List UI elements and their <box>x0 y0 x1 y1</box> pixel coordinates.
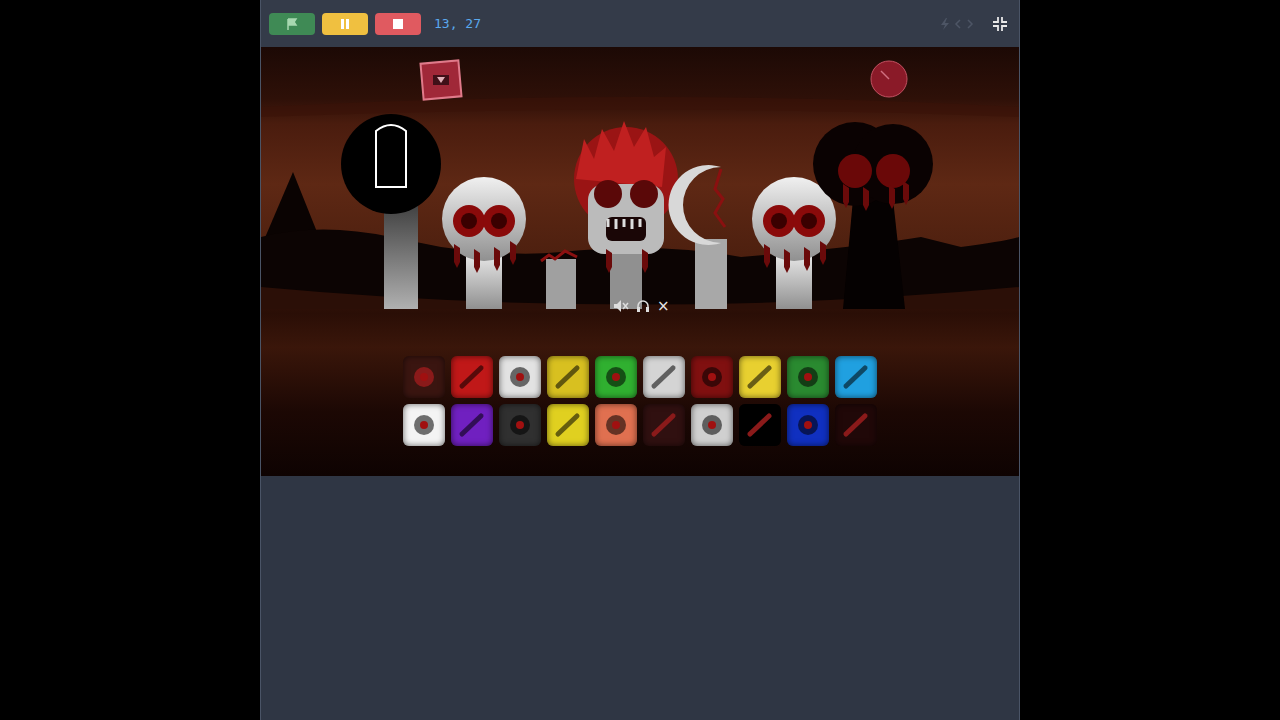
stop-icon <box>392 18 404 30</box>
headphones-icon[interactable] <box>636 299 650 313</box>
flag-icon <box>286 18 298 30</box>
sound-icon[interactable] <box>499 404 541 446</box>
sound-icon[interactable] <box>787 404 829 446</box>
sound-symbol-icon <box>505 410 535 440</box>
stop-button[interactable] <box>375 13 421 35</box>
sound-icon[interactable] <box>547 404 589 446</box>
sound-symbol-icon <box>793 410 823 440</box>
sound-symbol-icon <box>601 410 631 440</box>
sound-symbol-icon <box>409 362 439 392</box>
sound-icon[interactable] <box>787 356 829 398</box>
mute-icon[interactable] <box>613 299 629 313</box>
sound-symbol-icon <box>505 362 535 392</box>
sound-icon[interactable] <box>403 356 445 398</box>
sound-symbol-icon <box>793 362 823 392</box>
sound-symbol-icon <box>697 362 727 392</box>
sound-symbol-icon <box>649 410 679 440</box>
sound-icon[interactable] <box>691 404 733 446</box>
toolbar: 13, 27 <box>261 0 1019 47</box>
character[interactable] <box>651 109 771 309</box>
sound-icon[interactable] <box>691 356 733 398</box>
character[interactable] <box>341 109 461 309</box>
turbo-icon[interactable] <box>938 17 974 31</box>
sound-icon[interactable] <box>499 356 541 398</box>
sound-icon[interactable] <box>835 404 877 446</box>
sound-icon-palette <box>261 356 1019 446</box>
character[interactable] <box>813 109 933 309</box>
bonus-icon[interactable] <box>419 59 463 101</box>
exit-fullscreen-icon[interactable] <box>991 15 1009 33</box>
sound-icon[interactable] <box>643 404 685 446</box>
pause-icon <box>339 18 351 30</box>
character[interactable] <box>424 109 544 309</box>
clock-icon[interactable] <box>869 59 909 99</box>
sound-icon[interactable] <box>835 356 877 398</box>
sound-symbol-icon <box>841 410 871 440</box>
sound-icon[interactable] <box>547 356 589 398</box>
remove-button[interactable]: × <box>657 297 670 315</box>
sound-symbol-icon <box>457 362 487 392</box>
sound-symbol-icon <box>553 362 583 392</box>
sound-icon[interactable] <box>595 404 637 446</box>
pause-button[interactable] <box>322 13 368 35</box>
sound-icon[interactable] <box>643 356 685 398</box>
sound-icon[interactable] <box>739 404 781 446</box>
sound-symbol-icon <box>649 362 679 392</box>
stage[interactable]: × <box>261 47 1019 476</box>
sound-icon[interactable] <box>451 404 493 446</box>
icon-row <box>403 404 877 446</box>
page-background <box>261 476 1019 720</box>
character[interactable] <box>566 109 686 309</box>
sound-icon[interactable] <box>403 404 445 446</box>
sound-symbol-icon <box>745 362 775 392</box>
green-flag-button[interactable] <box>269 13 315 35</box>
sound-symbol-icon <box>457 410 487 440</box>
icon-row <box>403 356 877 398</box>
sound-symbol-icon <box>841 362 871 392</box>
sound-symbol-icon <box>745 410 775 440</box>
player: 13, 27 × <box>260 0 1020 720</box>
character-controls: × <box>613 297 670 315</box>
sound-symbol-icon <box>553 410 583 440</box>
sound-icon[interactable] <box>739 356 781 398</box>
sound-icon[interactable] <box>595 356 637 398</box>
sound-symbol-icon <box>601 362 631 392</box>
sound-symbol-icon <box>409 410 439 440</box>
mouse-coordinates: 13, 27 <box>434 16 481 31</box>
sound-symbol-icon <box>697 410 727 440</box>
sound-icon[interactable] <box>451 356 493 398</box>
